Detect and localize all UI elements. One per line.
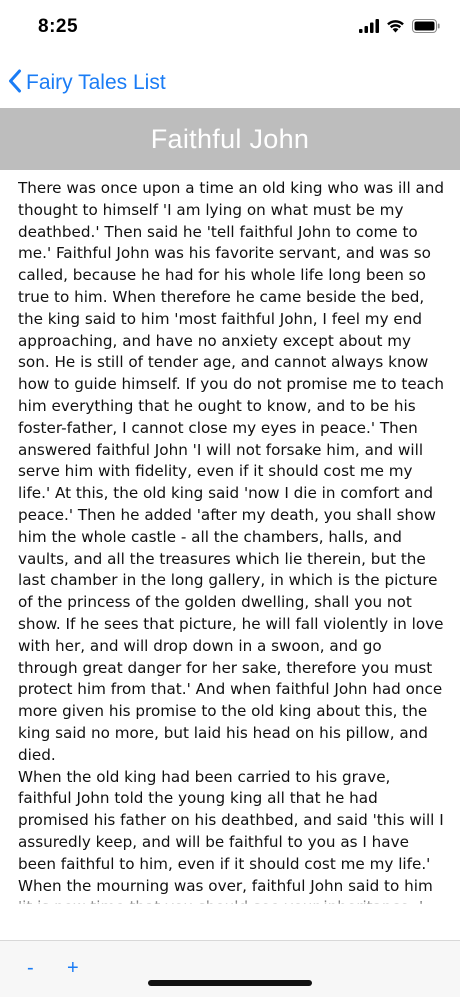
scroll-fade	[0, 896, 460, 908]
wifi-icon	[386, 19, 405, 38]
title-bar: Faithful John	[0, 108, 460, 170]
status-icons	[359, 18, 440, 38]
bottom-toolbar: - +	[0, 940, 460, 997]
navigation-bar: Fairy Tales List	[0, 58, 460, 108]
page-title: Faithful John	[150, 123, 310, 154]
status-time: 8:25	[38, 16, 79, 37]
back-button[interactable]: Fairy Tales List	[8, 66, 166, 100]
story-text: There was once upon a time an old king w…	[18, 179, 445, 904]
back-button-label: Fairy Tales List	[26, 71, 166, 94]
chevron-left-icon	[8, 69, 22, 98]
decrease-font-button[interactable]: -	[27, 957, 34, 980]
home-indicator	[148, 980, 312, 986]
status-bar: 8:25	[0, 0, 460, 58]
increase-font-button[interactable]: +	[67, 957, 79, 980]
battery-icon	[412, 18, 440, 38]
signal-icon	[359, 18, 379, 38]
story-scroll-view[interactable]: There was once upon a time an old king w…	[18, 178, 446, 904]
